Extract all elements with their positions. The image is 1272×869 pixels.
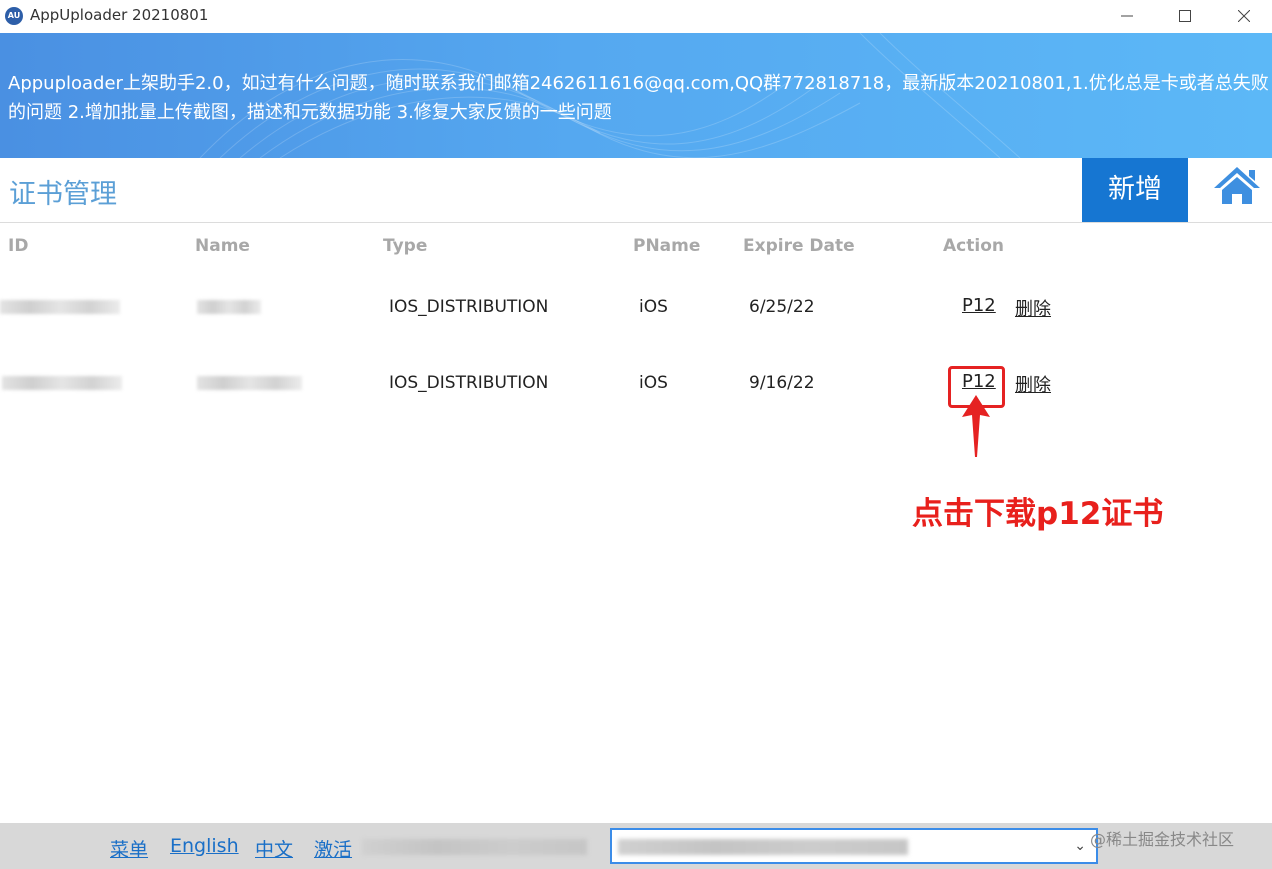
download-p12-link[interactable]: P12 (962, 295, 996, 316)
english-link[interactable]: English (170, 835, 239, 857)
column-header-name: Name (195, 236, 250, 256)
maximize-button[interactable] (1162, 0, 1208, 33)
footer-bar: 菜单 English 中文 激活 ⌄ (0, 823, 1272, 869)
section-header: 证书管理 新增 (0, 158, 1272, 223)
window-title: AppUploader 20210801 (30, 6, 209, 24)
close-icon (1238, 10, 1250, 22)
maximize-icon (1179, 10, 1191, 22)
delete-link[interactable]: 删除 (1015, 371, 1051, 397)
column-header-type: Type (383, 236, 428, 256)
column-header-pname: PName (633, 236, 701, 256)
chinese-link[interactable]: 中文 (255, 835, 293, 862)
cell-type: IOS_DISTRIBUTION (389, 373, 549, 393)
cell-type: IOS_DISTRIBUTION (389, 297, 549, 317)
minimize-button[interactable] (1104, 0, 1150, 33)
redacted-id (0, 300, 120, 314)
cell-expire-date: 6/25/22 (749, 297, 815, 317)
redacted-name (197, 376, 302, 390)
chevron-down-icon: ⌄ (1074, 838, 1086, 854)
activate-link[interactable]: 激活 (314, 835, 352, 862)
cell-pname: iOS (639, 373, 668, 393)
banner-message: Appuploader上架助手2.0，如过有什么问题，随时联系我们邮箱24626… (8, 73, 1269, 123)
annotation-arrow-icon (962, 395, 990, 457)
title-bar: AU AppUploader 20210801 (0, 0, 1272, 33)
menu-link[interactable]: 菜单 (110, 835, 148, 862)
close-button[interactable] (1221, 0, 1267, 33)
account-select[interactable]: ⌄ (610, 828, 1098, 864)
redacted-name (197, 300, 261, 314)
annotation-text: 点击下载p12证书 (912, 496, 1164, 532)
watermark: @稀土掘金技术社区 (1090, 830, 1235, 849)
redacted-account-info (362, 839, 587, 855)
minimize-icon (1121, 15, 1133, 17)
announcement-banner: Appuploader上架助手2.0，如过有什么问题，随时联系我们邮箱24626… (0, 33, 1272, 158)
cell-expire-date: 9/16/22 (749, 373, 815, 393)
home-icon[interactable] (1212, 164, 1262, 208)
cell-pname: iOS (639, 297, 668, 317)
delete-link[interactable]: 删除 (1015, 295, 1051, 321)
page-title: 证书管理 (9, 179, 117, 210)
column-header-expire-date: Expire Date (743, 236, 855, 256)
redacted-id (2, 376, 122, 390)
redacted-selected-value (618, 839, 908, 855)
app-logo-icon: AU (5, 7, 23, 25)
add-certificate-button[interactable]: 新增 (1082, 158, 1188, 222)
column-header-id: ID (8, 236, 29, 256)
column-header-action: Action (943, 236, 1004, 256)
